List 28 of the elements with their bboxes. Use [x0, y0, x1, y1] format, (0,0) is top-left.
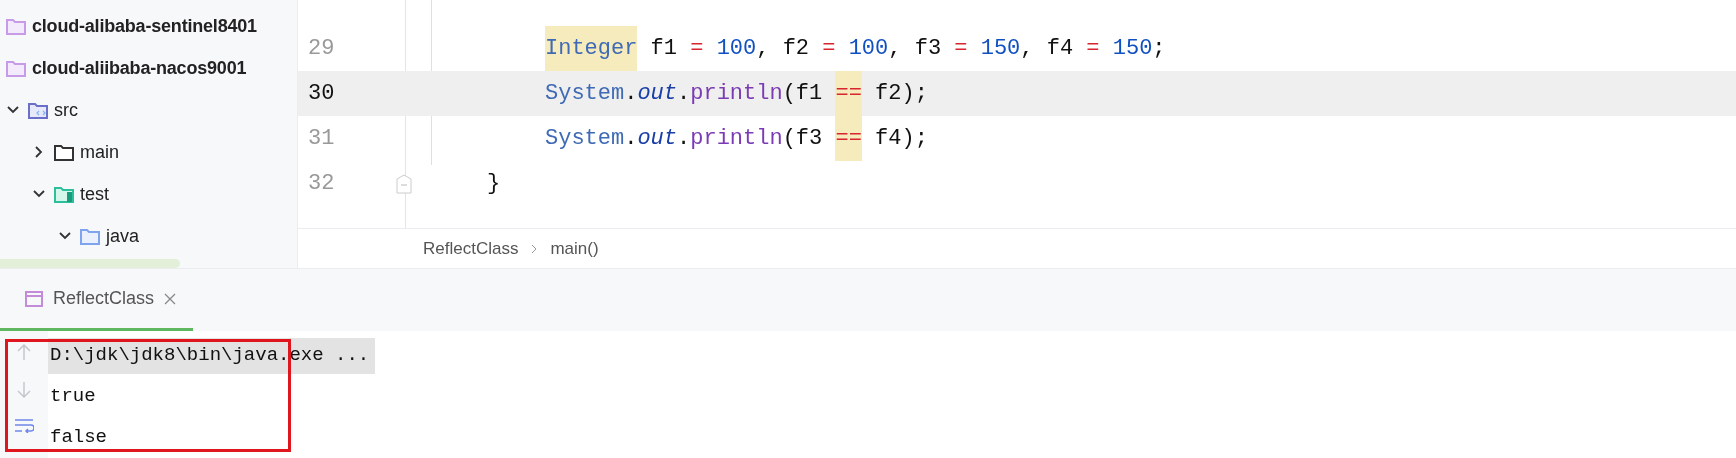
code-line: Integer f1 = 100, f2 = 100, f3 = 150, f4 = 150;: [545, 26, 1166, 71]
line-number: 31: [307, 125, 336, 153]
code-line: }: [487, 170, 501, 198]
tree-item[interactable]: test: [0, 173, 297, 215]
line-number: 32: [307, 170, 336, 198]
folder-icon: [80, 227, 100, 245]
tree-item[interactable]: java: [0, 215, 297, 257]
line-number: 29: [307, 35, 336, 63]
console-line: false: [49, 425, 108, 451]
folder-icon: [54, 143, 74, 161]
code-line: System.out.println(f1 == f2);: [545, 71, 928, 116]
folder-icon: [6, 17, 26, 35]
folder-icon: [54, 185, 74, 203]
soft-wrap-icon[interactable]: [14, 419, 34, 433]
folder-icon: [6, 59, 26, 77]
tree-item[interactable]: cloud-aliibaba-nacos9001: [0, 47, 297, 89]
console-line: true: [49, 384, 97, 410]
window-icon: [25, 290, 43, 307]
tree-item[interactable]: src: [0, 89, 297, 131]
breadcrumb[interactable]: main(): [550, 235, 599, 262]
code-line: System.out.println(f3 == f4);: [545, 116, 928, 161]
folder-icon: [28, 101, 48, 119]
close-icon[interactable]: [164, 292, 177, 305]
tree-item[interactable]: cloud-alibaba-sentinel8401: [0, 5, 297, 47]
tree-item[interactable]: main: [0, 131, 297, 173]
breadcrumb[interactable]: ReflectClass: [423, 235, 519, 262]
line-number: 30: [307, 80, 336, 108]
chevron-icon: [530, 242, 539, 255]
